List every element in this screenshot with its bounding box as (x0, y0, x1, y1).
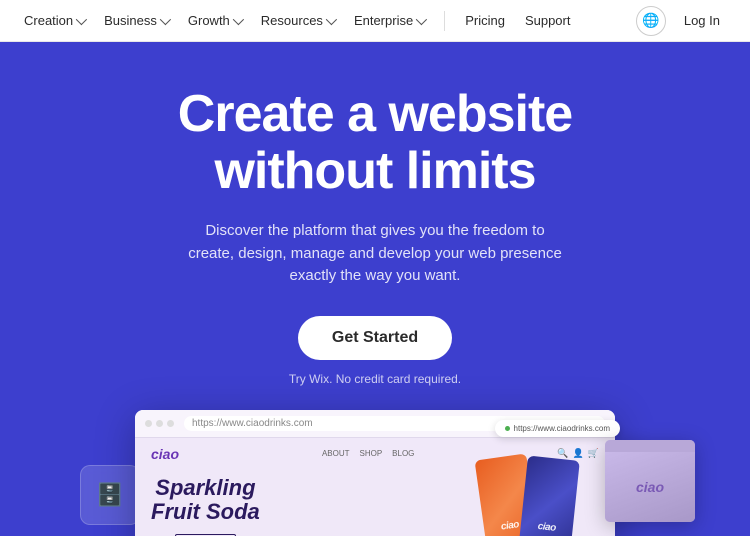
dot-yellow (156, 420, 163, 427)
nav-label-resources: Resources (261, 13, 323, 28)
login-button[interactable]: Log In (670, 7, 734, 34)
site-nav-blog: BLOG (392, 449, 414, 458)
hero-subtitle: Discover the platform that gives you the… (185, 220, 565, 288)
cart-icon: 🛒 (588, 448, 599, 459)
get-started-button[interactable]: Get Started (298, 316, 452, 360)
nav-item-resources[interactable]: Resources (253, 9, 342, 32)
nav-pricing-label: Pricing (465, 13, 505, 28)
nav-label-creation: Creation (24, 13, 73, 28)
right-logo: ciao (636, 479, 664, 495)
site-nav-about: ABOUT (322, 449, 350, 458)
nav-left: Creation Business Growth Resources Enter… (16, 9, 578, 32)
globe-icon: 🌐 (642, 12, 659, 29)
dot-red (145, 420, 152, 427)
hero-title: Create a website without limits (20, 86, 730, 200)
nav-item-enterprise[interactable]: Enterprise (346, 9, 432, 32)
site-hero-text: Sparkling Fruit Soda SHOP NOW (151, 476, 260, 536)
chevron-icon-enterprise (416, 13, 427, 24)
nav-label-enterprise: Enterprise (354, 13, 413, 28)
nav-item-business[interactable]: Business (96, 9, 176, 32)
nav-item-growth[interactable]: Growth (180, 9, 249, 32)
hero-section: Create a website without limits Discover… (0, 42, 750, 536)
navbar: Creation Business Growth Resources Enter… (0, 0, 750, 42)
right-browser-content: ciao (605, 452, 695, 522)
mockup-container: 🗄️ https://www.ciaodrinks.com ciao (20, 410, 730, 536)
browser-content: ciao ABOUT SHOP BLOG 🔍 👤 🛒 Spa (135, 438, 615, 536)
nav-separator (444, 11, 445, 31)
right-browser-bar (605, 440, 695, 452)
chevron-icon-business (160, 13, 171, 24)
nav-right: 🌐 Log In (636, 6, 734, 36)
site-hero-title: Sparkling Fruit Soda (151, 476, 260, 524)
url-badge: https://www.ciaodrinks.com (495, 420, 620, 437)
can-blue-label: ciao (537, 521, 556, 534)
browser-dots (145, 420, 174, 427)
cans-image: ciao ciao (471, 458, 575, 536)
site-title-line1: Sparkling (155, 475, 255, 500)
hero-title-line1: Create a website (178, 85, 572, 143)
hero-title-line2: without limits (214, 142, 535, 200)
language-button[interactable]: 🌐 (636, 6, 666, 36)
site-logo: ciao (151, 446, 179, 462)
right-browser-window: ciao (605, 440, 695, 522)
stack-icon: 🗄️ (96, 482, 123, 508)
url-badge-text: https://www.ciaodrinks.com (514, 424, 610, 433)
nav-support-label: Support (525, 13, 571, 28)
can-blue: ciao (518, 455, 580, 536)
site-nav-links: ABOUT SHOP BLOG (322, 449, 414, 458)
chevron-icon-creation (76, 13, 87, 24)
nav-link-pricing[interactable]: Pricing (457, 9, 513, 32)
nav-label-business: Business (104, 13, 157, 28)
chevron-icon-growth (233, 13, 244, 24)
can-orange-label: ciao (500, 519, 519, 532)
site-nav-shop: SHOP (360, 449, 383, 458)
login-label: Log In (684, 13, 720, 28)
chevron-icon-resources (326, 13, 337, 24)
dot-green (167, 420, 174, 427)
nav-label-growth: Growth (188, 13, 230, 28)
no-credit-text: Try Wix. No credit card required. (20, 372, 730, 386)
url-dot-green (505, 426, 510, 431)
nav-link-support[interactable]: Support (517, 9, 579, 32)
float-card-left: 🗄️ (80, 465, 140, 525)
nav-item-creation[interactable]: Creation (16, 9, 92, 32)
site-title-line2: Fruit Soda (151, 499, 260, 524)
url-text: https://www.ciaodrinks.com (192, 418, 313, 429)
